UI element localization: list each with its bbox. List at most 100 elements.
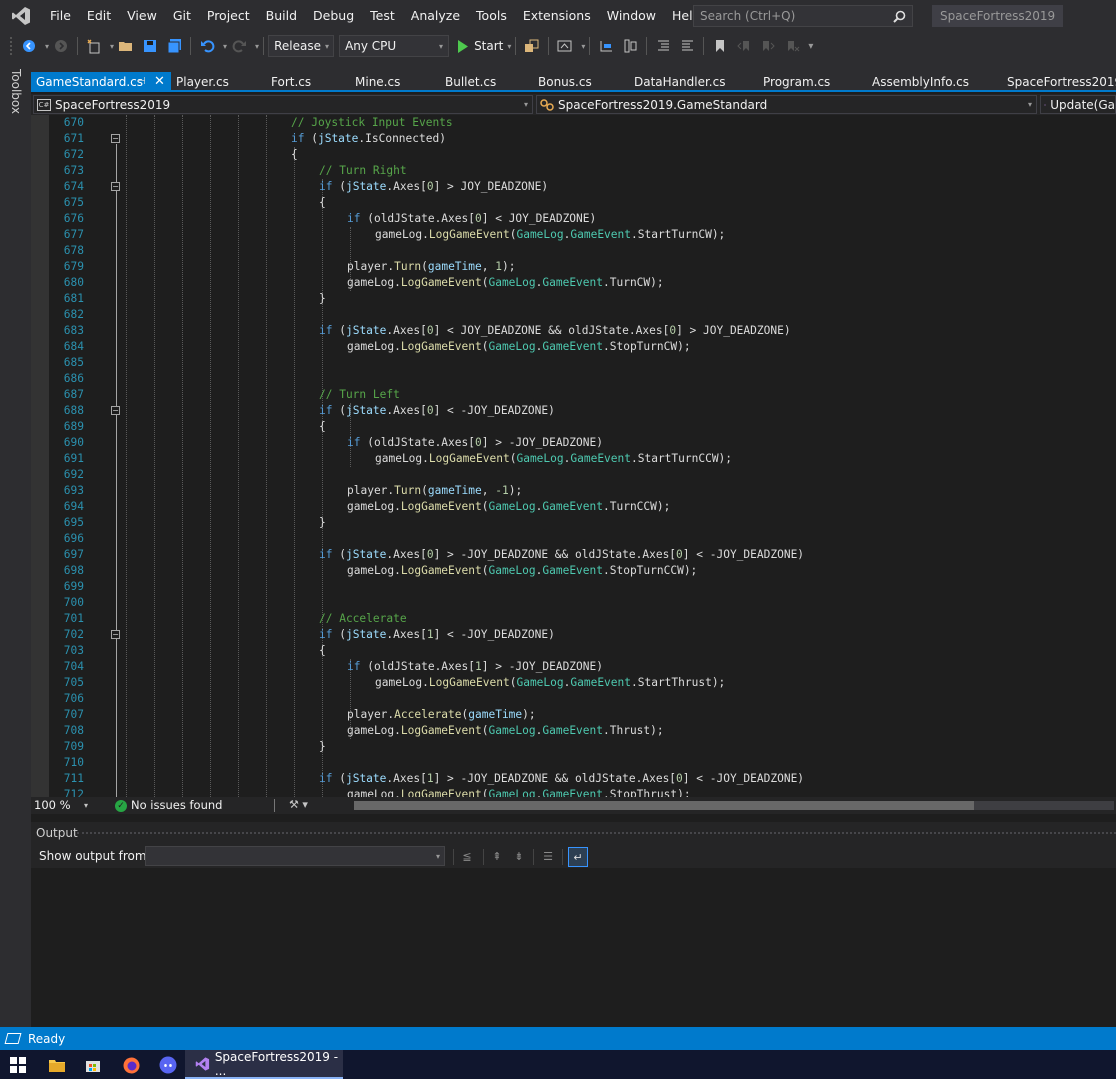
back-dropdown-icon[interactable]: ▾ [45, 42, 49, 51]
back-icon[interactable] [20, 37, 38, 55]
configuration-dropdown[interactable]: Release ▾ [268, 35, 335, 57]
code-line[interactable]: 694 gameLog.LogGameEvent(GameLog.GameEven… [31, 499, 1116, 515]
member-dropdown[interactable]: Update(Ga [1040, 95, 1116, 114]
menu-tools[interactable]: Tools [468, 0, 515, 31]
platform-dropdown[interactable]: Any CPU ▾ [339, 35, 450, 57]
collapse-icon[interactable]: − [111, 406, 120, 415]
code-line[interactable]: 696 [31, 531, 1116, 547]
brush-icon[interactable]: ⚒ ▾ [289, 798, 308, 811]
next-message-icon[interactable]: ⇟ [509, 847, 529, 867]
code-editor[interactable]: 670// Joystick Input Events 671− if (jStat… [31, 115, 1116, 797]
next-bookmark-icon[interactable] [759, 37, 777, 55]
code-line[interactable]: 691 gameLog.LogGameEvent(GameLog.GameEven… [31, 451, 1116, 467]
menu-file[interactable]: File [42, 0, 79, 31]
code-line[interactable]: 698 gameLog.LogGameEvent(GameLog.GameEven… [31, 563, 1116, 579]
tab-fort[interactable]: Fort.cs [271, 72, 311, 92]
collapse-icon[interactable]: − [111, 182, 120, 191]
discord-icon[interactable] [159, 1056, 177, 1074]
toolbox-tab[interactable]: Toolbox [9, 69, 23, 114]
code-line[interactable]: 684 gameLog.LogGameEvent(GameLog.GameEven… [31, 339, 1116, 355]
code-line[interactable]: 712 gameLog.LogGameEvent(GameLog.GameEven… [31, 787, 1116, 797]
code-line[interactable]: 697 if (jState.Axes[0] > -JOY_DEADZONE &&… [31, 547, 1116, 563]
tab-bullet[interactable]: Bullet.cs [445, 72, 496, 92]
code-line[interactable]: 671 − if (jState.IsConnected) [31, 131, 1116, 147]
menu-edit[interactable]: Edit [79, 0, 119, 31]
code-line[interactable]: 700 [31, 595, 1116, 611]
undo-dropdown-icon[interactable]: ▾ [223, 42, 227, 51]
comment-lines-icon[interactable] [654, 37, 672, 55]
code-line[interactable]: 703 { [31, 643, 1116, 659]
output-title[interactable]: Output [36, 826, 78, 840]
new-project-dropdown-icon[interactable]: ▾ [110, 42, 114, 51]
previous-message-icon[interactable]: ⇞ [487, 847, 507, 867]
code-line[interactable]: 686 [31, 371, 1116, 387]
tab-assemblyinfo[interactable]: AssemblyInfo.cs [872, 72, 969, 92]
tab-spacefortress2019[interactable]: SpaceFortress2019 [1007, 72, 1116, 92]
code-line[interactable]: 704 if (oldJState.Axes[1] > -JOY_DEADZONE… [31, 659, 1116, 675]
code-line[interactable]: 676 if (oldJState.Axes[0] < JOY_DEADZONE) [31, 211, 1116, 227]
code-line[interactable]: 685 [31, 355, 1116, 371]
code-line[interactable]: 683 if (jState.Axes[0] < JOY_DEADZONE && … [31, 323, 1116, 339]
menu-build[interactable]: Build [258, 0, 305, 31]
menu-git[interactable]: Git [165, 0, 199, 31]
open-folder-icon[interactable] [117, 37, 135, 55]
tab-datahandler[interactable]: DataHandler.cs [634, 72, 725, 92]
code-line[interactable]: 675 { [31, 195, 1116, 211]
tab-mine[interactable]: Mine.cs [355, 72, 400, 92]
code-line[interactable]: 677 gameLog.LogGameEvent(GameLog.GameEven… [31, 227, 1116, 243]
code-line[interactable]: 681} [31, 291, 1116, 307]
code-line[interactable]: 689 { [31, 419, 1116, 435]
code-line[interactable]: 702 − if (jState.Axes[1] < -JOY_DEADZONE) [31, 627, 1116, 643]
code-line[interactable]: 701 // Accelerate [31, 611, 1116, 627]
bookmark-icon[interactable] [711, 37, 729, 55]
save-icon[interactable] [141, 37, 159, 55]
redo-icon[interactable] [230, 37, 248, 55]
code-line[interactable]: 679 player.Turn(gameTime, 1); [31, 259, 1116, 275]
code-line[interactable]: 692 [31, 467, 1116, 483]
windows-start-icon[interactable] [9, 1056, 27, 1074]
code-line[interactable]: 707 player.Accelerate(gameTime); [31, 707, 1116, 723]
store-icon[interactable] [84, 1056, 102, 1074]
code-line[interactable]: 709} [31, 739, 1116, 755]
tab-bonus[interactable]: Bonus.cs [538, 72, 592, 92]
clear-all-icon[interactable]: ☰ [538, 847, 558, 867]
code-line[interactable]: 695} [31, 515, 1116, 531]
menu-extensions[interactable]: Extensions [515, 0, 599, 31]
visual-studio-logo-icon[interactable] [0, 0, 42, 31]
code-line[interactable]: 708 gameLog.LogGameEvent(GameLog.GameEven… [31, 723, 1116, 739]
code-line[interactable]: 711 if (jState.Axes[1] > -JOY_DEADZONE &&… [31, 771, 1116, 787]
save-all-icon[interactable] [165, 37, 183, 55]
clear-bookmarks-icon[interactable] [783, 37, 801, 55]
issues-indicator[interactable]: ✓ No issues found [115, 798, 222, 813]
find-message-icon[interactable]: ≦ [457, 847, 477, 867]
menu-debug[interactable]: Debug [305, 0, 362, 31]
file-explorer-icon[interactable] [48, 1056, 66, 1074]
tab-player[interactable]: Player.cs [176, 72, 229, 92]
code-line[interactable]: 687 // Turn Left [31, 387, 1116, 403]
uncomment-lines-icon[interactable] [678, 37, 696, 55]
toolbar-overflow-icon[interactable]: ▾ [808, 41, 813, 52]
output-content[interactable] [31, 868, 1116, 1027]
toolbar-grip[interactable] [10, 37, 14, 55]
redo-dropdown-icon[interactable]: ▾ [255, 42, 259, 51]
tab-program[interactable]: Program.cs [763, 72, 830, 92]
pin-icon[interactable]: ⊣ [137, 72, 146, 92]
menu-test[interactable]: Test [362, 0, 403, 31]
tab-gamestandard[interactable]: GameStandard.cs ⊣ ✕ [31, 72, 171, 92]
browser-link-icon[interactable] [556, 37, 574, 55]
start-button[interactable]: Start ▾ [457, 39, 511, 53]
forward-icon[interactable] [52, 37, 70, 55]
code-line[interactable]: 706 [31, 691, 1116, 707]
code-line[interactable]: 678 [31, 243, 1116, 259]
new-project-icon[interactable] [85, 37, 103, 55]
menu-window[interactable]: Window [599, 0, 664, 31]
output-source-dropdown[interactable]: ▾ [145, 846, 445, 866]
menu-view[interactable]: View [119, 0, 165, 31]
taskbar-visual-studio[interactable]: SpaceFortress2019 - ... [185, 1050, 343, 1079]
code-line[interactable]: 682 [31, 307, 1116, 323]
previous-bookmark-icon[interactable] [735, 37, 753, 55]
project-dropdown[interactable]: C# SpaceFortress2019 ▾ [33, 95, 533, 114]
code-line[interactable]: 690 if (oldJState.Axes[0] > -JOY_DEADZONE… [31, 435, 1116, 451]
code-line[interactable]: 680 gameLog.LogGameEvent(GameLog.GameEven… [31, 275, 1116, 291]
menu-project[interactable]: Project [199, 0, 258, 31]
